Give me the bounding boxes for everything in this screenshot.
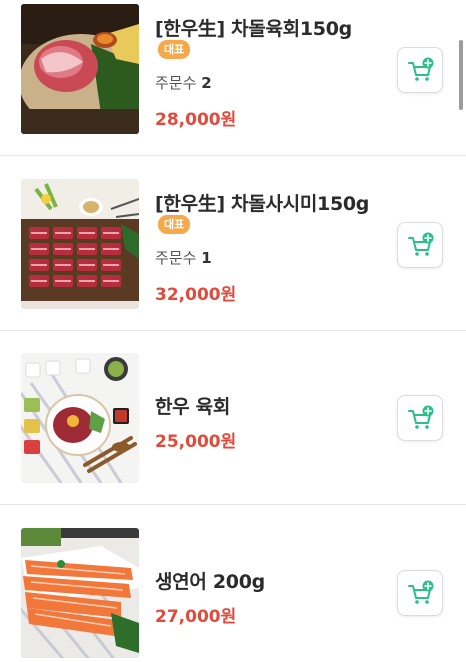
scrollbar[interactable] [459,40,463,110]
add-to-cart-button[interactable] [397,47,443,93]
add-to-cart-icon [408,232,434,256]
featured-badge: 대표 [158,215,191,234]
hanwoo-yukhoe-table-image [21,353,139,483]
order-count-label: 주문수 [155,74,197,92]
product-info: [한우生] 차돌육회150g 대표 주문수 2 28,000원 [155,0,385,156]
product-item[interactable]: 한우 육회 25,000원 [0,331,466,505]
order-count: 주문수 2 [155,72,212,93]
product-name: 한우 육회 [155,396,231,418]
order-count-value: 2 [201,74,212,92]
product-name: [한우生] 차돌사시미150g [155,193,370,215]
salmon-sashimi-image [21,528,139,658]
product-info: [한우生] 차돌사시미150g 대표 주문수 1 32,000원 [155,157,385,331]
product-item[interactable]: 생연어 200g 27,000원 [0,506,466,662]
product-price: 28,000원 [155,110,237,130]
beef-sashimi-board-image [21,179,139,309]
product-price: 25,000원 [155,432,237,452]
item-divider [0,504,466,505]
add-to-cart-button[interactable] [397,395,443,441]
product-price: 27,000원 [155,607,237,627]
featured-badge: 대표 [158,40,191,59]
product-item[interactable]: [한우生] 차돌사시미150g 대표 주문수 1 32,000원 [0,157,466,331]
order-count: 주문수 1 [155,247,212,268]
add-to-cart-button[interactable] [397,222,443,268]
add-to-cart-icon [408,57,434,81]
product-list: [한우生] 차돌육회150g 대표 주문수 2 28,000원 [한우生] 차돌… [0,0,466,662]
product-name: [한우生] 차돌육회150g [155,18,352,40]
add-to-cart-icon [408,405,434,429]
product-thumbnail[interactable] [21,4,139,134]
product-item[interactable]: [한우生] 차돌육회150g 대표 주문수 2 28,000원 [0,0,466,156]
add-to-cart-button[interactable] [397,570,443,616]
product-thumbnail[interactable] [21,179,139,309]
product-thumbnail[interactable] [21,528,139,658]
order-count-label: 주문수 [155,249,197,267]
add-to-cart-icon [408,580,434,604]
product-info: 한우 육회 25,000원 [155,331,385,505]
beef-yukhoe-plate-image [21,4,139,134]
product-price: 32,000원 [155,285,237,305]
item-divider [0,155,466,156]
order-count-value: 1 [201,249,212,267]
product-thumbnail[interactable] [21,353,139,483]
product-name: 생연어 200g [155,571,265,593]
product-info: 생연어 200g 27,000원 [155,506,385,662]
